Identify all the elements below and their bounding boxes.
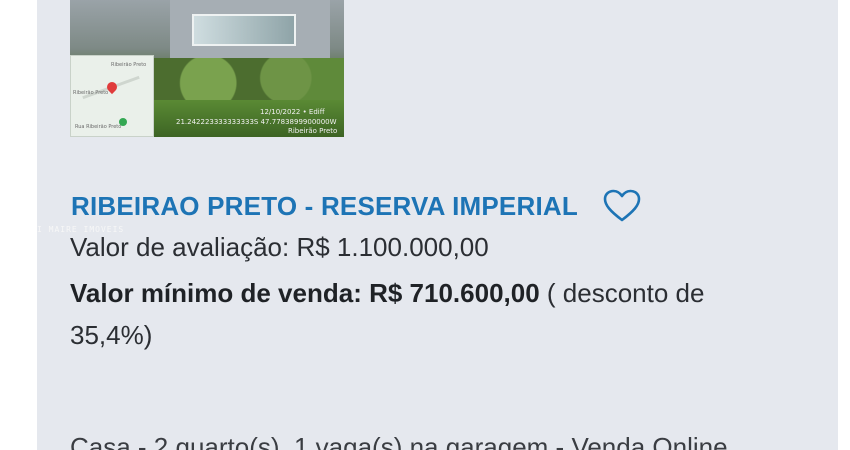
discount-text: ( desconto de (546, 278, 705, 308)
property-photo[interactable]: Ribeirão Preto Ribeirão Preto Rua Ribeir… (70, 0, 344, 137)
listing-title[interactable]: RIBEIRAO PRETO - RESERVA IMPERIAL (71, 191, 578, 222)
photo-stamp-date: 12/10/2022 • Ediff (260, 108, 325, 116)
map-inset: Ribeirão Preto Ribeirão Preto Rua Ribeir… (70, 55, 154, 137)
map-label-mid: Ribeirão Preto (73, 90, 109, 96)
min-sale-value: R$ 710.600,00 (369, 278, 540, 308)
map-label-bottom: Rua Ribeirão Preto (75, 124, 122, 130)
listing-description: Casa - 2 quarto(s), 1 vaga(s) na garagem… (70, 432, 728, 450)
appraisal-label: Valor de avaliação: (70, 232, 290, 262)
appraisal-value: R$ 1.100.000,00 (296, 232, 489, 262)
heart-outline-icon[interactable] (602, 188, 642, 224)
map-label-top: Ribeirão Preto (111, 62, 147, 68)
title-row: RIBEIRAO PRETO - RESERVA IMPERIAL (71, 186, 642, 226)
photo-stamp-city: Ribeirão Preto (288, 127, 338, 135)
house-window (192, 14, 296, 46)
min-sale-line: Valor mínimo de venda: R$ 710.600,00 ( d… (70, 278, 704, 309)
min-sale-label: Valor mínimo de venda: (70, 278, 362, 308)
photo-stamp-coords: 21.242223333333333S 47.7783899900000W (176, 118, 337, 126)
house-facade (170, 0, 330, 65)
appraisal-line: Valor de avaliação: R$ 1.100.000,00 (70, 232, 489, 263)
discount-percent: 35,4%) (70, 320, 153, 350)
listing-card[interactable]: Ribeirão Preto Ribeirão Preto Rua Ribeir… (37, 0, 838, 450)
